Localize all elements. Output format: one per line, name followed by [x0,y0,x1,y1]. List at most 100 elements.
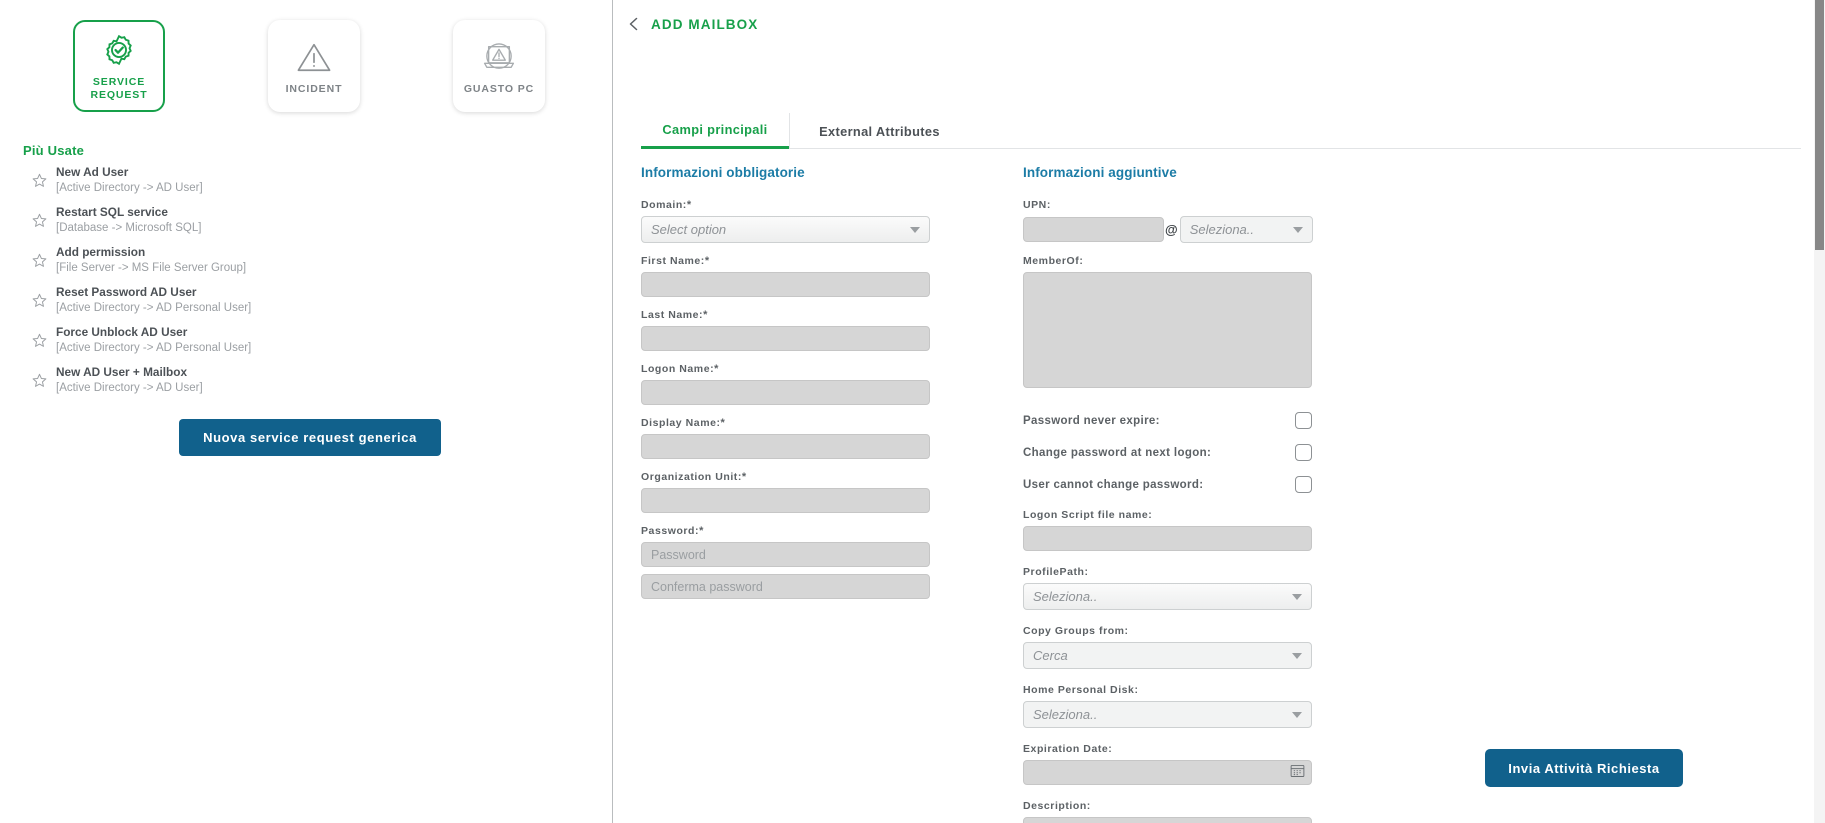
list-item[interactable]: Reset Password AD User [Active Directory… [18,280,578,320]
star-icon[interactable] [22,332,56,349]
profile-path-value: Seleziona.. [1033,589,1098,604]
list-item-title: Force Unblock AD User [56,324,188,339]
domain-select[interactable]: Select option [641,216,930,243]
field-description: Description: [1023,800,1313,823]
password-never-expire-checkbox[interactable] [1295,412,1312,429]
organization-unit-input[interactable] [641,488,930,513]
field-label: Last Name:* [641,309,708,321]
application-window: SERVICE REQUEST INCIDENT GUASTO PC Più U… [0,0,1825,823]
list-item[interactable]: Force Unblock AD User [Active Directory … [18,320,578,360]
new-generic-service-request-button[interactable]: Nuova service request generica [179,419,441,456]
section-title-required: Informazioni obbligatorie [641,165,805,180]
list-item-subtitle: [Active Directory -> AD Personal User] [56,341,252,354]
profile-path-select[interactable]: Seleziona.. [1023,583,1312,610]
copy-groups-value: Cerca [1033,648,1068,663]
expiration-date-wrapper [1023,760,1312,785]
checkbox-label: Change password at next logon: [1023,446,1212,459]
field-label: Logon Script file name: [1023,509,1153,521]
tab-campi-principali[interactable]: Campi principali [641,113,789,149]
field-domain: Domain:* Select option [641,199,931,243]
section-title-additional: Informazioni aggiuntive [1023,165,1177,180]
row-password-never-expire: Password never expire: [1023,405,1312,436]
list-item[interactable]: New Ad User [Active Directory -> AD User… [18,160,578,200]
list-item-title: Restart SQL service [56,204,168,219]
at-symbol: @ [1165,222,1178,237]
upn-domain-select[interactable]: Seleziona.. [1179,216,1313,243]
star-icon[interactable] [22,212,56,229]
field-label: Password:* [641,525,704,537]
vertical-scrollbar[interactable] [1814,0,1825,823]
display-name-input[interactable] [641,434,930,459]
field-label: MemberOf: [1023,255,1084,267]
star-icon[interactable] [22,372,56,389]
upn-domain-value: Seleziona.. [1189,222,1255,237]
main-content: ADD MAILBOX Campi principali External At… [613,0,1825,823]
chevron-down-icon [910,226,920,233]
field-upn: UPN: @ Seleziona.. [1023,199,1313,243]
copy-groups-select[interactable]: Cerca [1023,642,1312,669]
star-icon[interactable] [22,252,56,269]
field-memberof: MemberOf: [1023,255,1313,393]
field-organization-unit: Organization Unit:* [641,471,931,513]
tile-service-request[interactable]: SERVICE REQUEST [73,20,165,112]
home-personal-disk-value: Seleziona.. [1033,707,1098,722]
warning-triangle-icon [294,37,334,77]
list-item[interactable]: Restart SQL service [Database -> Microso… [18,200,578,240]
page-header[interactable]: ADD MAILBOX [626,16,758,32]
last-name-input[interactable] [641,326,930,351]
field-home-personal-disk: Home Personal Disk: Seleziona.. [1023,684,1313,728]
page-title: ADD MAILBOX [651,16,759,32]
password-confirm-input[interactable] [641,574,930,599]
field-last-name: Last Name:* [641,309,931,351]
expiration-date-input[interactable] [1023,760,1312,785]
home-personal-disk-select[interactable]: Seleziona.. [1023,701,1312,728]
list-item-title: Reset Password AD User [56,284,197,299]
checkbox-label: User cannot change password: [1023,478,1204,491]
tab-bar: Campi principali External Attributes [641,113,1801,149]
upn-input[interactable] [1023,217,1164,242]
scrollbar-thumb[interactable] [1815,0,1824,250]
list-item-title: New AD User + Mailbox [56,364,188,379]
field-logon-name: Logon Name:* [641,363,931,405]
field-label: Display Name:* [641,417,726,429]
submit-request-button[interactable]: Invia Attività Richiesta [1485,749,1683,787]
chevron-down-icon [1292,593,1302,600]
required-info-column: Informazioni obbligatorie Domain:* Selec… [641,165,931,611]
gear-check-icon [99,30,139,70]
list-item[interactable]: Add permission [File Server -> MS File S… [18,240,578,280]
laptop-warning-icon [479,37,519,77]
chevron-left-icon[interactable] [626,16,642,32]
tab-external-attributes[interactable]: External Attributes [789,113,969,149]
tile-label: GUASTO PC [463,82,535,95]
star-icon[interactable] [22,292,56,309]
calendar-icon[interactable] [1290,763,1305,783]
change-password-next-logon-checkbox[interactable] [1295,444,1312,461]
logon-name-input[interactable] [641,380,930,405]
chevron-down-icon [1292,652,1302,659]
user-cannot-change-password-checkbox[interactable] [1295,476,1312,493]
description-input[interactable] [1023,817,1312,823]
field-label: Copy Groups from: [1023,625,1129,637]
list-item[interactable]: New AD User + Mailbox [Active Directory … [18,360,578,400]
list-item-title: Add permission [56,244,146,259]
domain-select-value: Select option [651,222,727,237]
list-item-subtitle: [Database -> Microsoft SQL] [56,221,202,234]
logon-script-input[interactable] [1023,526,1312,551]
field-label: Domain:* [641,199,692,211]
tile-guasto-pc[interactable]: GUASTO PC [453,20,545,112]
category-tiles: SERVICE REQUEST INCIDENT GUASTO PC [0,12,613,112]
favorites-heading: Più Usate [23,143,85,158]
field-label: ProfilePath: [1023,566,1089,578]
memberof-textarea[interactable] [1023,272,1312,388]
tile-label: SERVICE REQUEST [90,76,148,101]
chevron-down-icon [1293,226,1303,233]
field-expiration-date: Expiration Date: [1023,743,1313,785]
star-icon[interactable] [22,172,56,189]
field-label: Organization Unit:* [641,471,747,483]
field-label: First Name:* [641,255,710,267]
tile-incident[interactable]: INCIDENT [268,20,360,112]
field-display-name: Display Name:* [641,417,931,459]
password-input[interactable] [641,542,930,567]
field-label: Home Personal Disk: [1023,684,1139,696]
first-name-input[interactable] [641,272,930,297]
